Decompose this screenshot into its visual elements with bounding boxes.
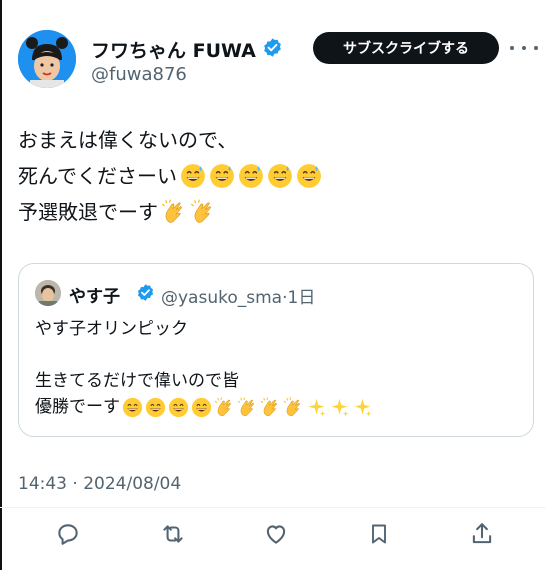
quoted-handle-time: @yasuko_sma·1日 xyxy=(161,283,315,308)
sparkles-emoji-icon xyxy=(354,398,372,416)
subscribe-button[interactable]: サブスクライブする xyxy=(313,32,499,64)
quoted-tweet[interactable]: やす子 @yasuko_sma·1日 やす子オリンピック生きてるだけで偉いので皆… xyxy=(18,263,534,437)
clapping-hands-emoji-icon xyxy=(214,396,231,416)
tweet-line: おまえは偉くないので、 xyxy=(18,122,528,158)
grinning-sweat-emoji-icon xyxy=(181,164,205,188)
quoted-author-avatar[interactable] xyxy=(35,280,61,306)
tweet-timestamp[interactable]: 14:43 · 2024/08/04 xyxy=(18,474,181,494)
clapping-hands-emoji-icon xyxy=(191,199,211,223)
quote-line: 優勝でーす xyxy=(35,394,515,420)
clapping-hands-emoji-icon xyxy=(260,396,277,416)
sparkles-emoji-icon xyxy=(308,398,326,416)
share-icon[interactable] xyxy=(464,516,500,552)
author-handle[interactable]: @fuwa876 xyxy=(91,64,187,85)
tweet-header: フワちゃん FUWA @fuwa876 サブスクライブする xyxy=(0,0,546,110)
tweet-line: 予選敗退でーす xyxy=(18,194,528,230)
tweet-line-text: 死んでくださーい xyxy=(18,164,177,188)
reply-icon[interactable] xyxy=(50,516,86,552)
quote-line-text: 優勝でーす xyxy=(35,397,120,417)
divider xyxy=(0,507,546,508)
sparkles-emoji-icon xyxy=(331,398,349,416)
bookmark-icon[interactable] xyxy=(361,516,397,552)
quote-line: 生きてるだけで偉いので皆 xyxy=(35,368,515,394)
author-display-name[interactable]: フワちゃん FUWA xyxy=(91,36,256,63)
quoted-time[interactable]: 1日 xyxy=(288,288,316,308)
verified-badge-icon xyxy=(264,38,281,57)
action-bar xyxy=(0,510,546,558)
tweet-line-text: 予選敗退でーす xyxy=(18,200,158,224)
like-icon[interactable] xyxy=(258,516,294,552)
clapping-hands-emoji-icon xyxy=(237,396,254,416)
grinning-face-emoji-icon xyxy=(145,397,166,417)
author-avatar[interactable] xyxy=(18,30,76,88)
more-icon[interactable] xyxy=(510,38,538,58)
tweet-body: おまえは偉くないので、 死んでくださーい 予選敗退でーす xyxy=(18,122,528,230)
quote-line-text: やす子オリンピック xyxy=(35,319,188,339)
grinning-sweat-emoji-icon xyxy=(268,164,292,188)
grinning-face-emoji-icon xyxy=(122,397,143,417)
quote-line: やす子オリンピック xyxy=(35,316,515,342)
quoted-verified-badge-icon xyxy=(137,284,154,301)
quoted-display-name[interactable]: やす子 xyxy=(69,282,120,307)
grinning-sweat-emoji-icon xyxy=(210,164,234,188)
grinning-sweat-emoji-icon xyxy=(297,164,321,188)
grinning-sweat-emoji-icon xyxy=(239,164,263,188)
quoted-handle[interactable]: @yasuko_sma xyxy=(161,288,282,308)
quoted-tweet-body: やす子オリンピック生きてるだけで偉いので皆 優勝でーす xyxy=(35,316,515,420)
grinning-face-emoji-icon xyxy=(168,397,189,417)
retweet-icon[interactable] xyxy=(155,516,191,552)
clapping-hands-emoji-icon xyxy=(283,396,300,416)
quote-line xyxy=(35,342,515,368)
tweet-line-text: おまえは偉くないので、 xyxy=(18,128,238,152)
tweet-line: 死んでくださーい xyxy=(18,158,528,194)
grinning-face-emoji-icon xyxy=(191,397,212,417)
clapping-hands-emoji-icon xyxy=(162,199,182,223)
quote-line-text: 生きてるだけで偉いので皆 xyxy=(35,371,239,391)
